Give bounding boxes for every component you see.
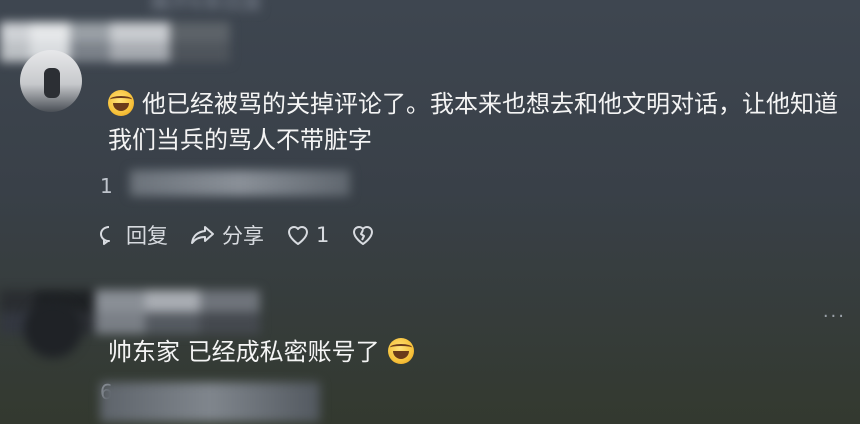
reply-label: 回复: [126, 224, 168, 248]
expand-replies-link[interactable]: 展开6条回复: [150, 0, 263, 15]
more-options-button[interactable]: ···: [823, 306, 846, 327]
dislike-button[interactable]: [351, 224, 375, 246]
avatar[interactable]: [24, 300, 82, 358]
blurred-meta: [130, 170, 350, 196]
comment-text-2: 帅东家 已经成私密账号了: [108, 334, 808, 370]
heart-icon: [286, 224, 310, 246]
like-count: 1: [316, 223, 330, 247]
rofl-emoji-icon: [387, 338, 414, 364]
share-label: 分享: [222, 224, 264, 248]
blurred-meta-2: [100, 382, 320, 422]
comment-actions: 回复 分享 1: [98, 220, 375, 250]
reply-button[interactable]: 回复: [98, 220, 168, 250]
like-button[interactable]: 1: [286, 223, 329, 247]
comment-text: 他已经被骂的关掉评论了。我本来也想去和他文明对话，让他知道我们当兵的骂人不带脏字: [108, 90, 838, 154]
avatar[interactable]: [20, 50, 82, 112]
broken-heart-icon: [351, 224, 375, 246]
comment-count: 1: [100, 174, 113, 198]
reply-icon: [98, 224, 120, 246]
share-arrow-icon: [190, 224, 216, 246]
share-button[interactable]: 分享: [190, 220, 264, 250]
rofl-emoji-icon: [108, 90, 134, 116]
